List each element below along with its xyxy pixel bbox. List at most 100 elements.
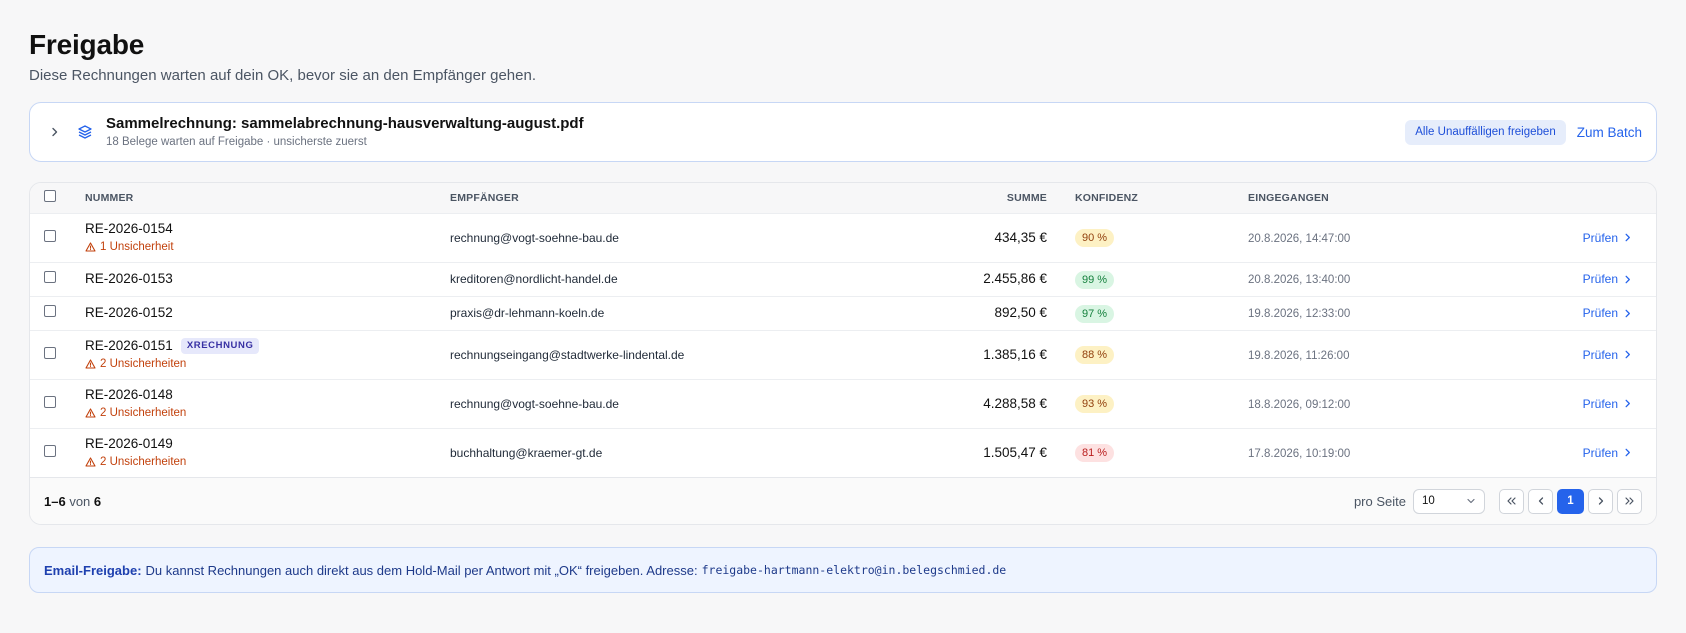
table-row: RE-2026-0154 1 Unsicherheit rechnung@vogt-… bbox=[30, 213, 1656, 263]
row-checkbox[interactable] bbox=[44, 444, 56, 457]
layers-icon bbox=[74, 121, 96, 143]
received-timestamp: 17.8.2026, 10:19:00 bbox=[1248, 447, 1351, 460]
review-button[interactable]: Prüfen bbox=[1583, 348, 1632, 362]
header-summe[interactable]: SUMME bbox=[890, 183, 1075, 214]
last-page-button[interactable] bbox=[1617, 488, 1642, 514]
invoice-number: RE-2026-0153 bbox=[85, 271, 173, 286]
review-label: Prüfen bbox=[1582, 445, 1618, 460]
review-button[interactable]: Prüfen bbox=[1583, 397, 1632, 411]
batch-info: Sammelrechnung: sammelabrechnung-hausver… bbox=[106, 115, 1405, 149]
chevron-left-icon bbox=[1538, 497, 1543, 505]
invoice-table: NUMMER EMPFÄNGER SUMME KONFIDENZ EINGEGA… bbox=[30, 183, 1656, 477]
per-page-label: pro Seite bbox=[1353, 493, 1406, 509]
first-page-button[interactable] bbox=[1499, 488, 1524, 514]
table-header-row: NUMMER EMPFÄNGER SUMME KONFIDENZ EINGEGA… bbox=[30, 183, 1656, 214]
go-to-batch-link[interactable]: Zum Batch bbox=[1577, 125, 1642, 140]
recipient-email: rechnungseingang@stadtwerke-lindental.de bbox=[450, 347, 685, 362]
invoice-number-cell: RE-2026-0152 bbox=[85, 305, 450, 321]
recipient-email: kreditoren@nordlicht-handel.de bbox=[450, 272, 618, 286]
received-timestamp: 19.8.2026, 12:33:00 bbox=[1248, 308, 1351, 320]
invoice-amount: 2.455,86 € bbox=[983, 271, 1047, 286]
row-checkbox[interactable] bbox=[44, 305, 56, 317]
table-row: RE-2026-0153 kreditoren@nordlicht-handel.… bbox=[30, 262, 1656, 297]
batch-subtitle: 18 Belege warten auf Freigabe · unsicher… bbox=[106, 136, 367, 148]
chevron-down-icon bbox=[1467, 498, 1475, 504]
uncertainty-warning: 1 Unsicherheit bbox=[85, 240, 450, 254]
review-button[interactable]: Prüfen bbox=[1583, 306, 1632, 320]
review-button[interactable]: Prüfen bbox=[1583, 231, 1632, 245]
header-empfaenger[interactable]: EMPFÄNGER bbox=[450, 183, 890, 214]
range-value: 1–6 bbox=[44, 493, 66, 509]
prev-page-button[interactable] bbox=[1528, 488, 1553, 514]
batch-card: Sammelrechnung: sammelabrechnung-hausver… bbox=[29, 102, 1657, 162]
confidence-badge: 90 % bbox=[1075, 229, 1115, 247]
batch-title: Sammelrechnung: sammelabrechnung-hausver… bbox=[106, 115, 584, 132]
review-label: Prüfen bbox=[1582, 396, 1618, 411]
page-button-current[interactable]: 1 bbox=[1557, 488, 1584, 514]
table-row: RE-2026-0152 praxis@dr-lehmann-koeln.de 89… bbox=[30, 296, 1656, 331]
invoice-number-cell: RE-2026-0149 bbox=[85, 436, 450, 452]
approval-email-address: freigabe-hartmann-elektro@in.belegschmie… bbox=[701, 563, 1007, 577]
expand-batch-button[interactable] bbox=[42, 119, 68, 145]
chevron-right-icon bbox=[52, 127, 58, 137]
invoice-number: RE-2026-0154 bbox=[85, 221, 173, 236]
table-row: RE-2026-0151 XRECHNUNG 2 Unsicherheiten rec… bbox=[30, 330, 1656, 380]
invoice-number: RE-2026-0149 bbox=[85, 436, 173, 452]
table-footer: 1–6 von 6 pro Seite 10 1 bbox=[30, 477, 1656, 524]
warning-icon bbox=[85, 242, 96, 252]
warning-icon bbox=[85, 408, 96, 418]
header-eingegangen[interactable]: EINGEGANGEN bbox=[1248, 183, 1498, 214]
received-timestamp: 20.8.2026, 14:47:00 bbox=[1248, 232, 1351, 245]
invoice-table-card: NUMMER EMPFÄNGER SUMME KONFIDENZ EINGEGA… bbox=[29, 182, 1657, 525]
table-row: RE-2026-0148 2 Unsicherheiten rechnung@vog… bbox=[30, 379, 1656, 429]
row-checkbox[interactable] bbox=[44, 395, 56, 408]
pagination: 1 bbox=[1495, 488, 1642, 514]
row-checkbox[interactable] bbox=[44, 229, 56, 242]
page-subtitle: Diese Rechnungen warten auf dein OK, bev… bbox=[29, 67, 536, 84]
uncertainty-warning: 2 Unsicherheiten bbox=[85, 455, 450, 469]
uncertainty-warning: 2 Unsicherheiten bbox=[85, 406, 450, 420]
header-nummer[interactable]: NUMMER bbox=[85, 183, 450, 214]
review-label: Prüfen bbox=[1582, 272, 1618, 286]
header-actions bbox=[1498, 183, 1656, 214]
invoice-number-cell: RE-2026-0151 XRECHNUNG bbox=[85, 338, 450, 354]
approval-page: Freigabe Diese Rechnungen warten auf dei… bbox=[0, 0, 1686, 593]
range-of-label: von bbox=[69, 493, 91, 509]
review-button[interactable]: Prüfen bbox=[1583, 272, 1632, 286]
chevron-right-icon bbox=[1625, 233, 1630, 242]
chevron-right-icon bbox=[1625, 275, 1630, 283]
chevrons-right-icon bbox=[1625, 497, 1634, 505]
info-label: Email-Freigabe: bbox=[44, 562, 142, 578]
chevrons-left-icon bbox=[1507, 497, 1516, 505]
review-button[interactable]: Prüfen bbox=[1583, 446, 1632, 460]
chevron-right-icon bbox=[1625, 399, 1630, 408]
recipient-email: buchhaltung@kraemer-gt.de bbox=[450, 445, 603, 460]
next-page-button[interactable] bbox=[1588, 488, 1613, 514]
uncertainty-text: 1 Unsicherheit bbox=[100, 241, 174, 253]
per-page-select[interactable]: 10 bbox=[1413, 488, 1485, 514]
invoice-number-cell: RE-2026-0154 bbox=[85, 221, 450, 237]
confidence-badge: 93 % bbox=[1075, 395, 1115, 413]
email-approval-info: Email-Freigabe: Du kannst Rechnungen auc… bbox=[29, 547, 1657, 593]
table-row: RE-2026-0149 2 Unsicherheiten buchhaltung@… bbox=[30, 428, 1656, 477]
warning-icon bbox=[85, 457, 96, 467]
row-checkbox[interactable] bbox=[44, 271, 56, 283]
approve-unremarkable-button[interactable]: Alle Unauffälligen freigeben bbox=[1405, 119, 1566, 145]
uncertainty-text: 2 Unsicherheiten bbox=[100, 358, 187, 370]
chevron-right-icon bbox=[1625, 448, 1630, 457]
review-label: Prüfen bbox=[1582, 347, 1618, 362]
received-timestamp: 20.8.2026, 13:40:00 bbox=[1248, 274, 1351, 286]
page-title: Freigabe bbox=[29, 29, 145, 60]
per-page-value: 10 bbox=[1422, 495, 1435, 507]
row-checkbox[interactable] bbox=[44, 346, 56, 359]
confidence-badge: 88 % bbox=[1075, 346, 1115, 364]
confidence-badge: 97 % bbox=[1075, 304, 1115, 323]
select-all-checkbox[interactable] bbox=[44, 190, 56, 203]
format-badge: XRECHNUNG bbox=[180, 338, 260, 354]
info-text: Du kannst Rechnungen auch direkt aus dem… bbox=[145, 562, 698, 578]
uncertainty-warning: 2 Unsicherheiten bbox=[85, 357, 450, 371]
invoice-number: RE-2026-0148 bbox=[85, 387, 173, 402]
header-konfidenz[interactable]: KONFIDENZ bbox=[1075, 183, 1248, 214]
invoice-number: RE-2026-0151 bbox=[85, 338, 173, 353]
uncertainty-text: 2 Unsicherheiten bbox=[100, 407, 187, 419]
